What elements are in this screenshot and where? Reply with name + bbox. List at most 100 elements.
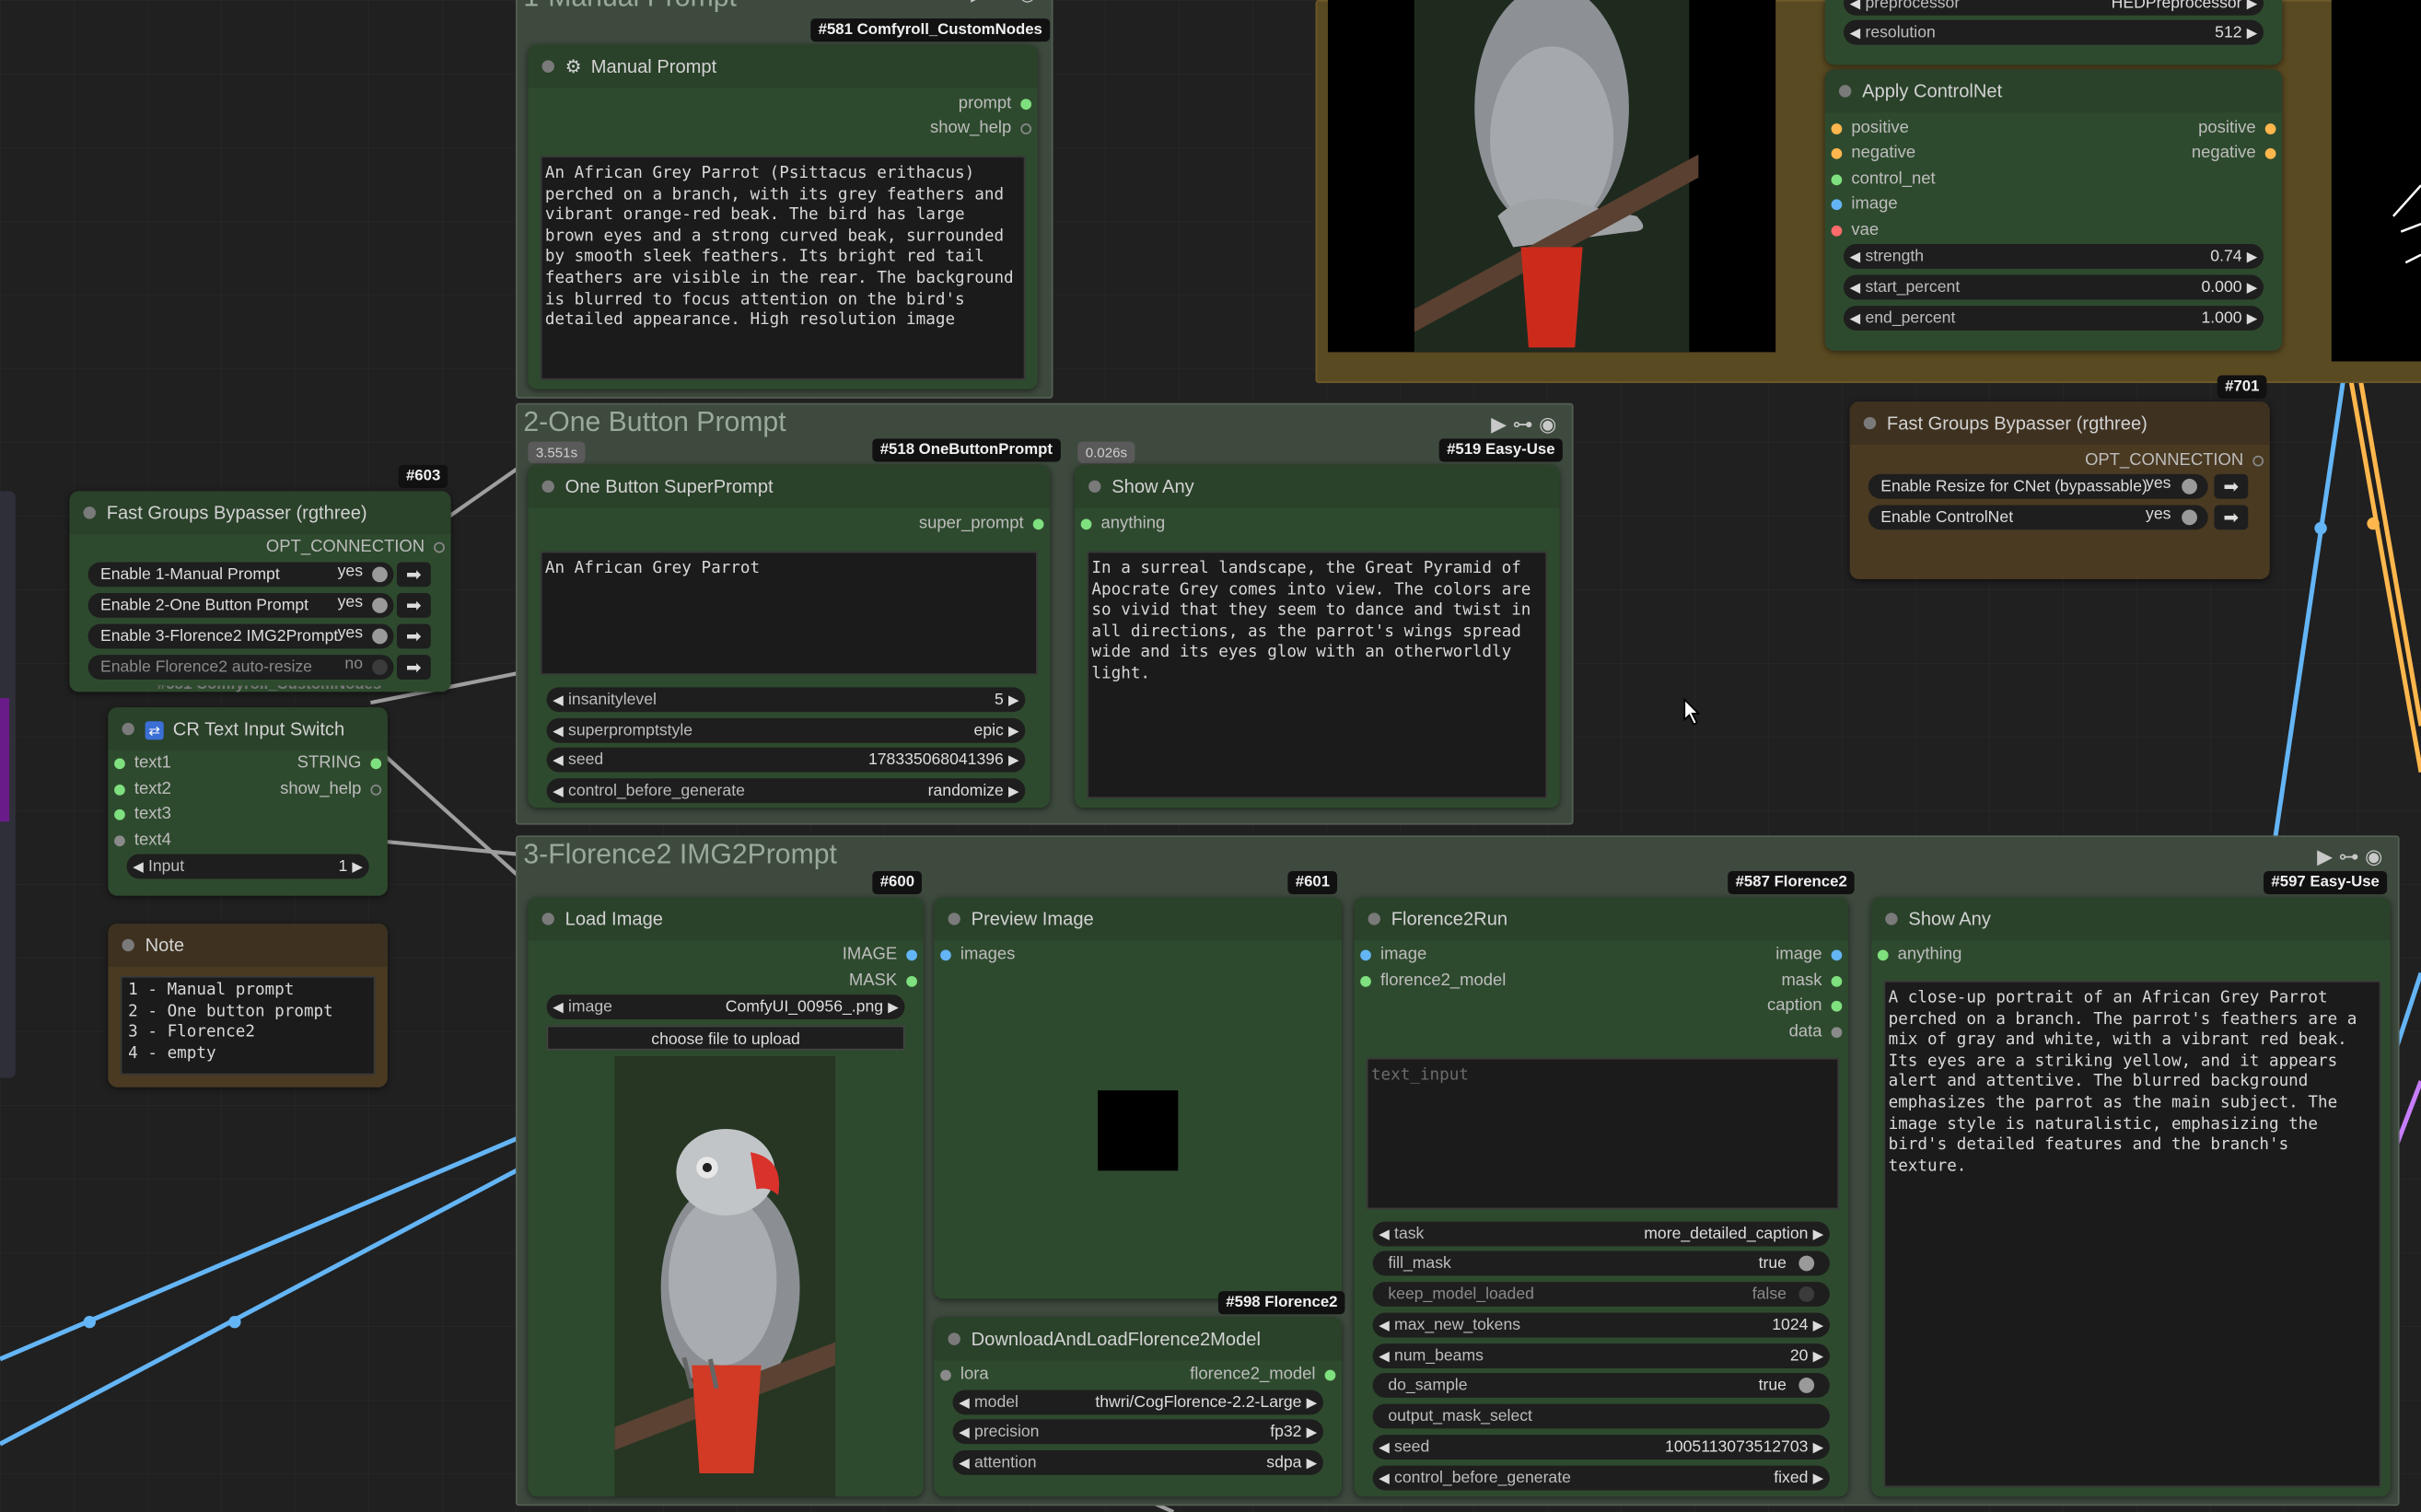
collapse-dot[interactable] bbox=[122, 938, 134, 952]
navigate-arrow-icon[interactable]: ➡ bbox=[396, 655, 431, 680]
control-before-generate-widget[interactable]: ◀ control_before_generate fixed ▶ bbox=[1372, 1465, 1830, 1491]
arrow-right-icon[interactable]: ▶ bbox=[1813, 1343, 1824, 1368]
toggle-knob[interactable] bbox=[372, 659, 388, 675]
socket-icon[interactable] bbox=[1831, 122, 1843, 134]
show-any-597-node[interactable]: Show Any anything A close-up portrait of… bbox=[1871, 897, 2391, 1497]
socket-icon[interactable] bbox=[906, 975, 917, 987]
socket-icon[interactable] bbox=[1360, 975, 1371, 987]
arrow-left-icon[interactable]: ◀ bbox=[553, 748, 564, 773]
socket-icon[interactable] bbox=[1324, 1368, 1336, 1380]
output-image[interactable]: IMAGE bbox=[843, 942, 917, 967]
collapse-dot[interactable] bbox=[1863, 416, 1877, 430]
socket-icon[interactable] bbox=[1831, 948, 1843, 960]
end-percent-widget[interactable]: ◀ end_percent 1.000 ▶ bbox=[1843, 306, 2264, 331]
toggle-knob[interactable] bbox=[1798, 1378, 1815, 1393]
arrow-right-icon[interactable]: ▶ bbox=[1307, 1390, 1318, 1414]
socket-icon[interactable] bbox=[2252, 455, 2264, 466]
output-positive[interactable]: positive bbox=[2198, 116, 2276, 141]
arrow-right-icon[interactable]: ▶ bbox=[1008, 718, 1019, 743]
socket-icon[interactable] bbox=[1831, 1026, 1843, 1038]
toggle-knob[interactable] bbox=[372, 566, 388, 583]
arrow-left-icon[interactable]: ◀ bbox=[553, 778, 564, 803]
arrow-left-icon[interactable]: ◀ bbox=[1850, 275, 1861, 300]
input-text2[interactable]: text2 bbox=[114, 777, 171, 802]
preview-image-node[interactable]: Preview Image images bbox=[934, 897, 1343, 1299]
arrow-left-icon[interactable]: ◀ bbox=[1379, 1466, 1390, 1491]
superpromptstyle-widget[interactable]: ◀ superpromptstyle epic ▶ bbox=[546, 717, 1026, 743]
one-button-superprompt-node[interactable]: One Button SuperPrompt super_prompt An A… bbox=[528, 464, 1051, 808]
input-florence2-model[interactable]: florence2_model bbox=[1360, 969, 1506, 994]
socket-icon[interactable] bbox=[1831, 173, 1843, 185]
arrow-right-icon[interactable]: ▶ bbox=[1008, 748, 1019, 773]
socket-icon[interactable] bbox=[1080, 518, 1092, 529]
arrow-right-icon[interactable]: ▶ bbox=[2247, 20, 2258, 45]
node-header[interactable]: Apply ControlNet bbox=[1824, 69, 2283, 113]
output-opt-connection[interactable]: OPT_CONNECTION bbox=[266, 534, 445, 559]
socket-icon[interactable] bbox=[1831, 975, 1843, 987]
output-prompt[interactable]: prompt bbox=[959, 91, 1032, 116]
num-beams-widget[interactable]: ◀ num_beams 20 ▶ bbox=[1372, 1343, 1830, 1368]
manual-prompt-node[interactable]: ⚙ Manual Prompt prompt show_help An Afric… bbox=[528, 44, 1038, 390]
toggle-knob[interactable] bbox=[2182, 509, 2197, 526]
output-image[interactable]: image bbox=[1775, 942, 1843, 967]
arrow-left-icon[interactable]: ◀ bbox=[1850, 0, 1861, 16]
output-mask[interactable]: MASK bbox=[849, 969, 917, 994]
input-text3[interactable]: text3 bbox=[114, 801, 171, 826]
caption-text-display[interactable]: A close-up portrait of an African Grey P… bbox=[1883, 981, 2381, 1488]
output-text-display[interactable]: In a surreal landscape, the Great Pyrami… bbox=[1087, 551, 1548, 799]
arrow-right-icon[interactable]: ▶ bbox=[1813, 1222, 1824, 1247]
fgb-row-one-button[interactable]: Enable 2-One Button Prompt yes ➡ bbox=[87, 593, 431, 618]
arrow-left-icon[interactable]: ◀ bbox=[1379, 1435, 1390, 1460]
socket-icon[interactable] bbox=[940, 1368, 951, 1380]
node-header[interactable]: Show Any bbox=[1871, 897, 2391, 941]
arrow-left-icon[interactable]: ◀ bbox=[133, 854, 144, 878]
start-percent-widget[interactable]: ◀ start_percent 0.000 ▶ bbox=[1843, 274, 2264, 300]
socket-icon[interactable] bbox=[2264, 122, 2276, 134]
socket-icon[interactable] bbox=[1831, 1000, 1843, 1011]
output-florence2-model[interactable]: florence2_model bbox=[1190, 1362, 1336, 1387]
node-header[interactable]: DownloadAndLoadFlorence2Model bbox=[934, 1317, 1343, 1361]
group-title[interactable]: 2-One Button Prompt bbox=[523, 406, 786, 438]
collapse-dot[interactable] bbox=[541, 913, 554, 925]
output-mask-select-field[interactable]: output_mask_select bbox=[1372, 1403, 1830, 1429]
input-text4[interactable]: text4 bbox=[114, 828, 171, 853]
arrow-right-icon[interactable]: ▶ bbox=[2247, 306, 2258, 331]
attention-widget[interactable]: ◀ attention sdpa ▶ bbox=[952, 1449, 1323, 1475]
collapse-dot[interactable] bbox=[541, 480, 554, 494]
input-control-net[interactable]: control_net bbox=[1831, 167, 1936, 192]
do-sample-toggle[interactable]: do_sample true bbox=[1372, 1373, 1830, 1398]
insanitylevel-widget[interactable]: ◀ insanitylevel 5 ▶ bbox=[546, 687, 1026, 713]
output-mask[interactable]: mask bbox=[1781, 969, 1843, 994]
collapse-dot[interactable] bbox=[948, 1332, 960, 1345]
cr-text-input-switch-node[interactable]: ⇄ CR Text Input Switch text1 text2 text3 … bbox=[108, 707, 388, 896]
max-new-tokens-widget[interactable]: ◀ max_new_tokens 1024 ▶ bbox=[1372, 1312, 1830, 1338]
socket-icon[interactable] bbox=[1831, 225, 1843, 236]
input-lora[interactable]: lora bbox=[940, 1362, 989, 1387]
node-header[interactable]: Note bbox=[108, 923, 388, 967]
fgb-row-resize-cnet[interactable]: Enable Resize for CNet (bypassable) yes … bbox=[1868, 473, 2249, 499]
node-header[interactable]: ⚙ Manual Prompt bbox=[528, 44, 1038, 88]
text-input-textarea[interactable]: text_input bbox=[1366, 1057, 1839, 1210]
arrow-right-icon[interactable]: ▶ bbox=[888, 994, 899, 1019]
node-header[interactable]: Florence2Run bbox=[1354, 897, 1849, 941]
arrow-right-icon[interactable]: ▶ bbox=[1008, 687, 1019, 712]
group-title[interactable]: 1-Manual Prompt bbox=[523, 0, 736, 14]
toggle-knob[interactable] bbox=[1798, 1255, 1815, 1272]
navigate-arrow-icon[interactable]: ➡ bbox=[2214, 505, 2249, 530]
collapse-dot[interactable] bbox=[541, 60, 554, 73]
node-header[interactable]: Load Image bbox=[528, 897, 924, 941]
arrow-right-icon[interactable]: ▶ bbox=[1307, 1450, 1318, 1475]
arrow-left-icon[interactable]: ◀ bbox=[1379, 1222, 1390, 1247]
socket-icon[interactable] bbox=[1020, 98, 1032, 110]
collapse-dot[interactable] bbox=[1088, 480, 1101, 494]
input-text1[interactable]: text1 bbox=[114, 750, 171, 775]
socket-icon[interactable] bbox=[370, 784, 382, 796]
node-header[interactable]: Fast Groups Bypasser (rgthree) bbox=[1849, 401, 2270, 446]
seed-widget[interactable]: ◀ seed 178335068041396 ▶ bbox=[546, 747, 1026, 773]
prompt-textarea[interactable]: An African Grey Parrot (Psittacus eritha… bbox=[540, 156, 1026, 380]
socket-icon[interactable] bbox=[2264, 147, 2276, 159]
input-negative[interactable]: negative bbox=[1831, 141, 1915, 166]
fgb-row-manual[interactable]: Enable 1-Manual Prompt yes ➡ bbox=[87, 562, 431, 587]
arrow-left-icon[interactable]: ◀ bbox=[553, 718, 564, 743]
control-before-generate-widget[interactable]: ◀ control_before_generate randomize ▶ bbox=[546, 778, 1026, 804]
